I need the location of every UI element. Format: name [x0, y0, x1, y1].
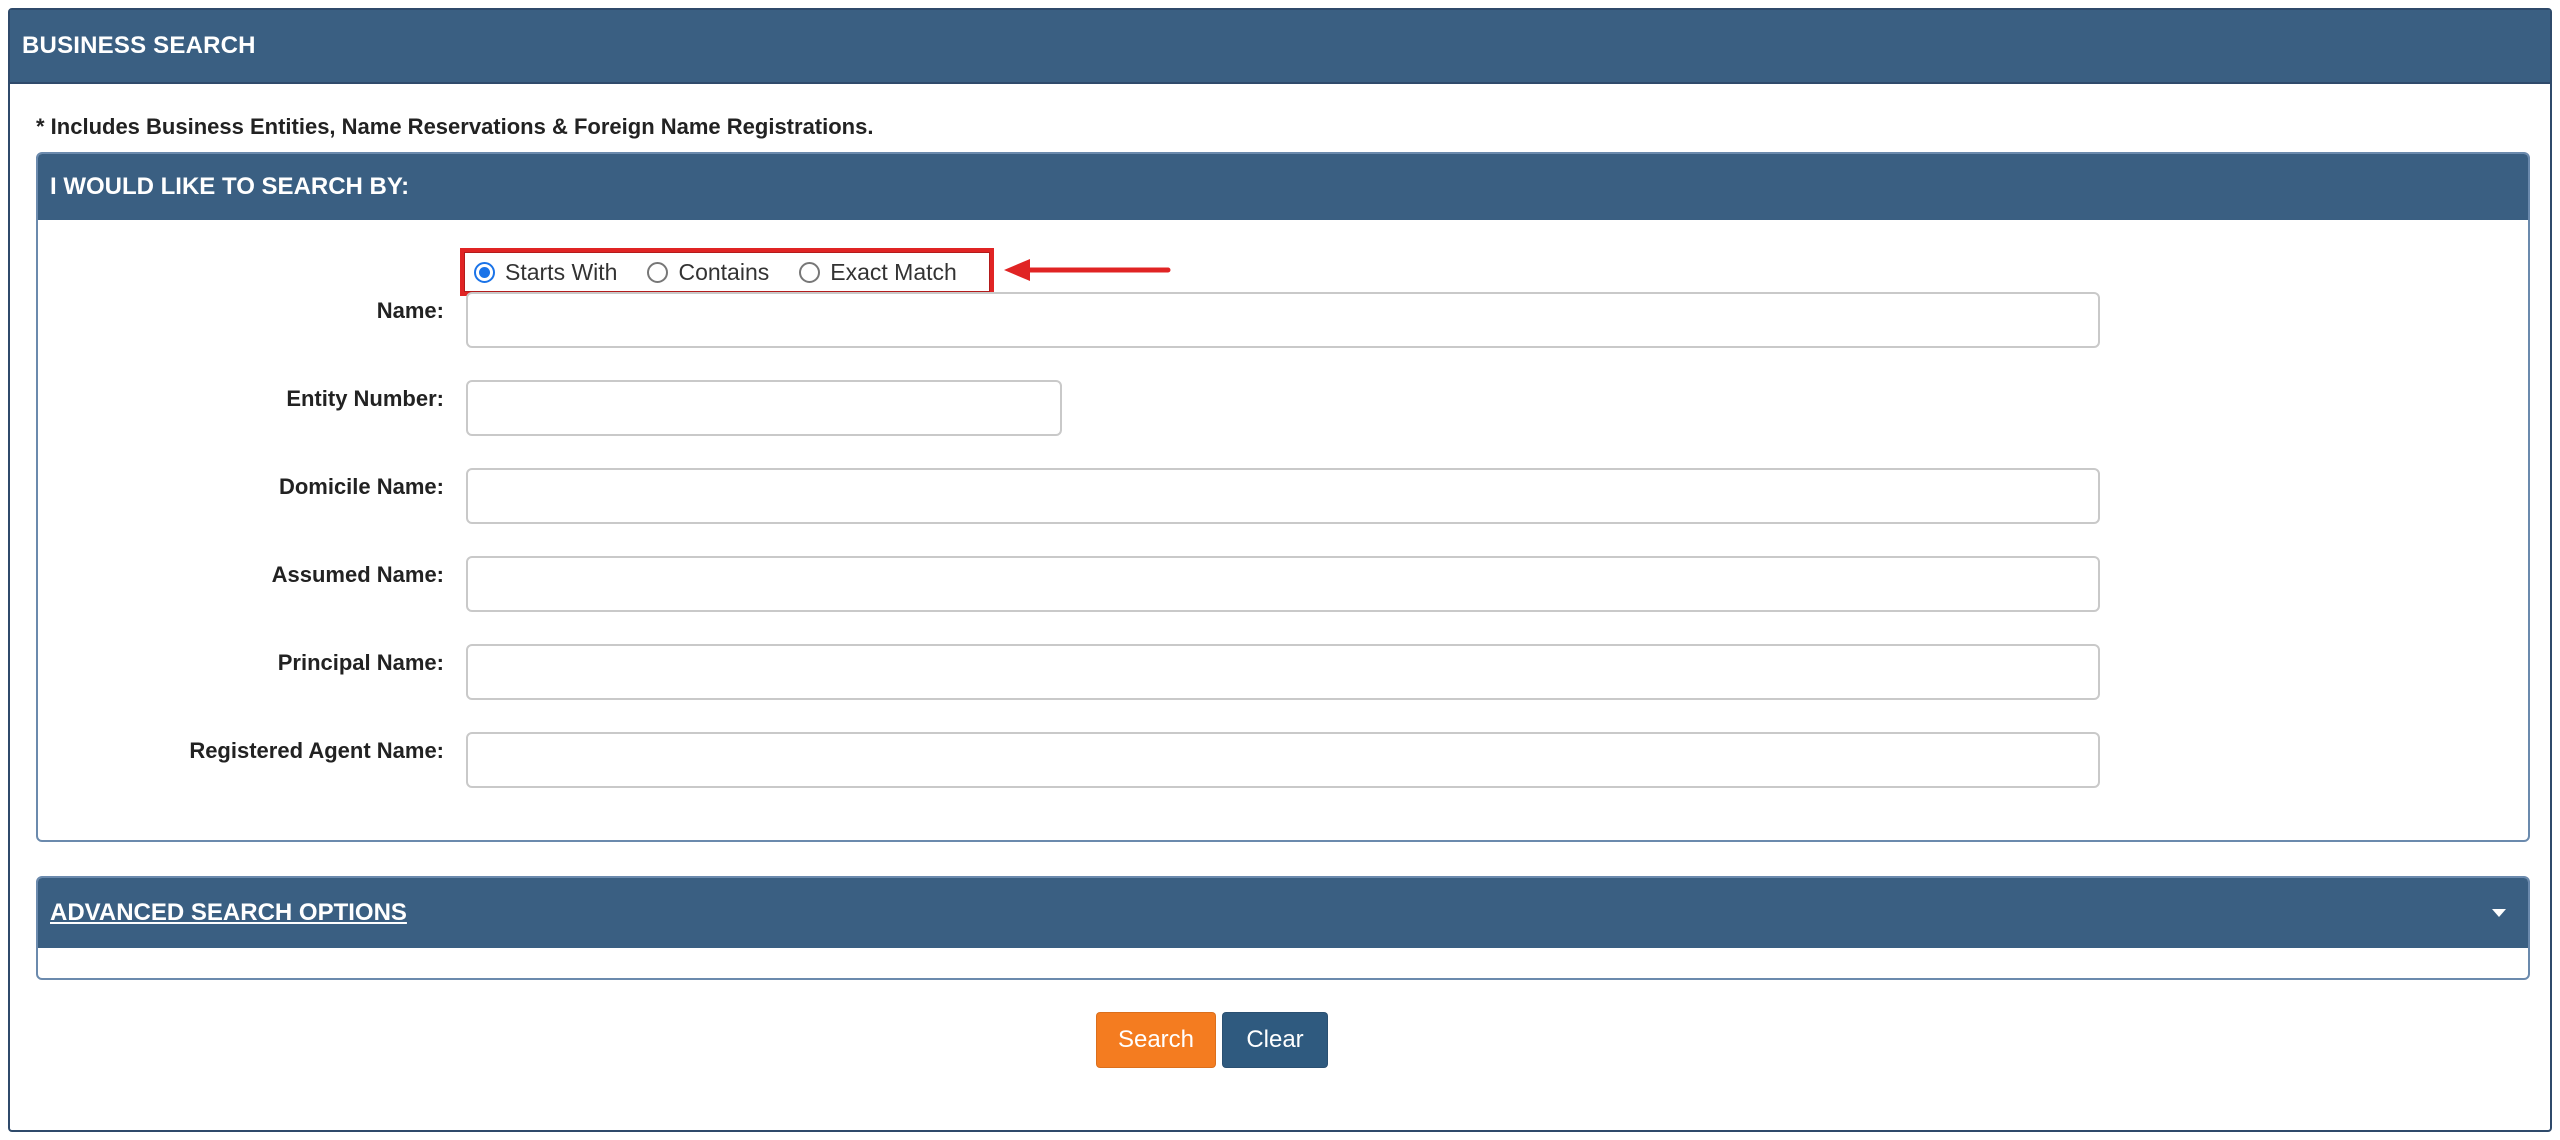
name-label: Name: [376, 298, 444, 323]
advanced-search-toggle[interactable]: ADVANCED SEARCH OPTIONS [50, 899, 407, 927]
domicile-name-label: Domicile Name: [278, 474, 444, 499]
search-note: * Includes Business Entities, Name Reser… [36, 114, 874, 139]
business-search-container: BUSINESS SEARCH * Includes Business Enti… [8, 8, 2552, 1132]
principal-name-label: Principal Name: [277, 650, 444, 675]
search-button[interactable]: Search [1096, 1012, 1216, 1068]
assumed-name-input[interactable] [466, 556, 2100, 612]
clear-button[interactable]: Clear [1222, 1012, 1328, 1068]
radio-contains-button[interactable] [647, 261, 669, 283]
radio-contains-label: Contains [678, 258, 770, 285]
registered-agent-name-input[interactable] [466, 732, 2100, 788]
search-by-header: I WOULD LIKE TO SEARCH BY: [38, 154, 2528, 220]
radio-contains[interactable]: Contains [647, 259, 769, 286]
advanced-search-panel: ADVANCED SEARCH OPTIONS [36, 876, 2530, 980]
name-input[interactable] [466, 292, 2100, 348]
principal-name-input[interactable] [466, 644, 2100, 700]
registered-agent-name-label: Registered Agent Name: [189, 738, 444, 763]
search-by-title: I WOULD LIKE TO SEARCH BY: [50, 173, 410, 200]
page-header: BUSINESS SEARCH [10, 10, 2550, 84]
match-type-group: Starts With Contains Exact Match [460, 248, 994, 296]
entity-number-label: Entity Number: [286, 386, 444, 411]
search-by-panel: I WOULD LIKE TO SEARCH BY: Starts With C… [36, 152, 2530, 842]
radio-starts-with-label: Starts With [505, 258, 618, 285]
radio-exact-match-label: Exact Match [830, 258, 957, 285]
radio-exact-match-button[interactable] [799, 261, 821, 283]
caret-down-icon[interactable] [2492, 909, 2506, 917]
radio-starts-with-button[interactable] [474, 261, 495, 283]
annotation-arrow-icon [1004, 259, 1171, 281]
domicile-name-input[interactable] [466, 468, 2100, 524]
assumed-name-label: Assumed Name: [271, 562, 444, 587]
advanced-search-header[interactable]: ADVANCED SEARCH OPTIONS [38, 878, 2528, 948]
page-title: BUSINESS SEARCH [22, 32, 256, 59]
radio-exact-match[interactable]: Exact Match [799, 259, 957, 286]
entity-number-input[interactable] [466, 380, 1062, 436]
radio-starts-with[interactable]: Starts With [474, 259, 617, 286]
